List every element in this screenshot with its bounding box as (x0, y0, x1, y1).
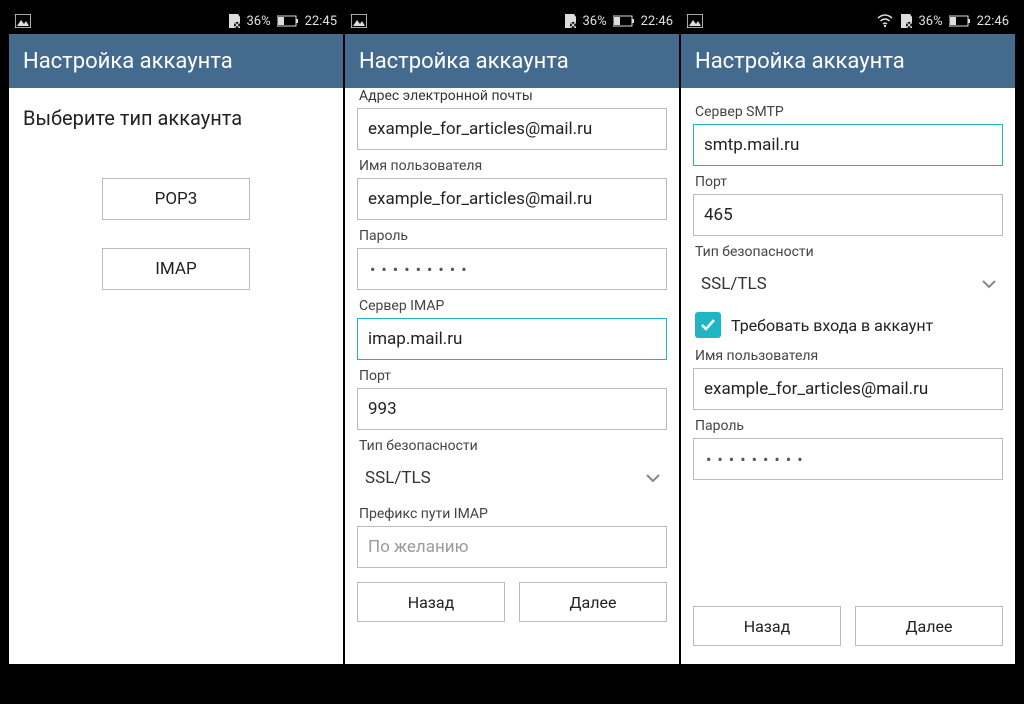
app-header: Настройка аккаунта (345, 34, 679, 88)
require-login-label: Требовать входа в аккаунт (731, 316, 933, 335)
security-type-select[interactable]: SSL/TLS (357, 458, 667, 498)
password-field[interactable]: ••••••••• (357, 248, 667, 290)
port-label: Порт (359, 368, 665, 384)
screen-smtp-settings: 36% 22:46 Настройка аккаунта Сервер SMTP… (681, 8, 1015, 664)
choose-type-heading: Выберите тип аккаунта (23, 106, 329, 130)
status-bar: 36% 22:46 (345, 8, 679, 34)
password-label: Пароль (695, 418, 1001, 434)
prefix-label: Префикс пути IMAP (359, 506, 665, 522)
password-field[interactable]: ••••••••• (693, 438, 1003, 480)
battery-percent: 36% (918, 14, 942, 29)
content-area: Выберите тип аккаунта POP3 IMAP (9, 88, 343, 664)
screen-account-type: 36% 22:45 Настройка аккаунта Выберите ти… (9, 8, 343, 664)
server-label: Сервер SMTP (695, 104, 1001, 120)
require-login-row[interactable]: Требовать входа в аккаунт (695, 312, 1003, 338)
security-label: Тип безопасности (359, 438, 665, 454)
email-label: Адрес электронной почты (359, 88, 665, 104)
username-field[interactable]: example_for_articles@mail.ru (357, 178, 667, 220)
next-button[interactable]: Далее (519, 582, 667, 622)
screen-imap-settings: 36% 22:46 Настройка аккаунта Адрес элект… (345, 8, 679, 664)
require-login-checkbox[interactable] (695, 312, 721, 338)
email-field[interactable]: example_for_articles@mail.ru (357, 108, 667, 150)
clock: 22:46 (977, 14, 1009, 29)
picture-icon (351, 14, 367, 28)
status-bar: 36% 22:46 (681, 8, 1015, 34)
battery-icon (277, 15, 299, 27)
chevron-down-icon (979, 274, 999, 294)
app-header: Настройка аккаунта (9, 34, 343, 88)
next-button[interactable]: Далее (855, 606, 1003, 646)
username-label: Имя пользователя (359, 158, 665, 174)
clock: 22:45 (305, 14, 337, 29)
check-icon (699, 316, 717, 334)
battery-icon (613, 15, 635, 27)
battery-percent: 36% (246, 14, 270, 29)
chevron-down-icon (643, 468, 663, 488)
port-field[interactable]: 993 (357, 388, 667, 430)
username-label: Имя пользователя (695, 348, 1001, 364)
picture-icon (15, 14, 31, 28)
battery-icon (949, 15, 971, 27)
header-title: Настройка аккаунта (359, 49, 569, 74)
username-field[interactable]: example_for_articles@mail.ru (693, 368, 1003, 410)
app-header: Настройка аккаунта (681, 34, 1015, 88)
back-button[interactable]: Назад (357, 582, 505, 622)
sd-card-icon (563, 14, 576, 28)
back-button[interactable]: Назад (693, 606, 841, 646)
wifi-icon (877, 14, 893, 28)
battery-percent: 36% (582, 14, 606, 29)
security-type-select[interactable]: SSL/TLS (693, 264, 1003, 304)
sd-card-icon (227, 14, 240, 28)
screenshot-container: 36% 22:45 Настройка аккаунта Выберите ти… (0, 0, 1024, 704)
password-label: Пароль (359, 228, 665, 244)
imap-button[interactable]: IMAP (102, 248, 250, 290)
security-label: Тип безопасности (695, 244, 1001, 260)
status-bar: 36% 22:45 (9, 8, 343, 34)
content-area: Сервер SMTP smtp.mail.ru Порт 465 Тип бе… (681, 88, 1015, 664)
imap-server-field[interactable]: imap.mail.ru (357, 318, 667, 360)
header-title: Настройка аккаунта (695, 49, 905, 74)
port-label: Порт (695, 174, 1001, 190)
content-area: Адрес электронной почты example_for_arti… (345, 88, 679, 664)
header-title: Настройка аккаунта (23, 49, 233, 74)
clock: 22:46 (641, 14, 673, 29)
smtp-server-field[interactable]: smtp.mail.ru (693, 124, 1003, 166)
picture-icon (687, 14, 703, 28)
sd-card-icon (899, 14, 912, 28)
imap-prefix-field[interactable]: По желанию (357, 526, 667, 568)
pop3-button[interactable]: POP3 (102, 178, 250, 220)
port-field[interactable]: 465 (693, 194, 1003, 236)
server-label: Сервер IMAP (359, 298, 665, 314)
